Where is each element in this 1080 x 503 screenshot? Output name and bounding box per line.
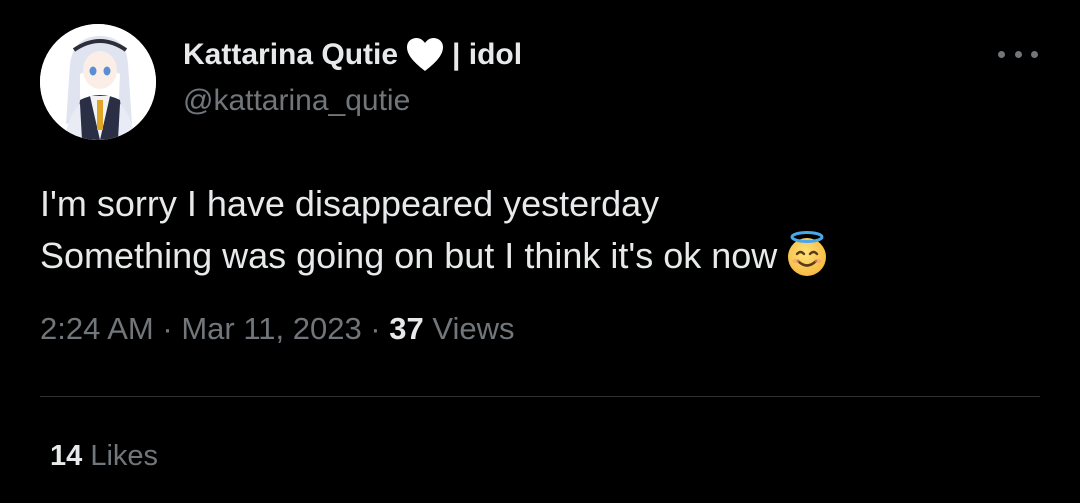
likes-count: 14 <box>50 440 83 472</box>
tweet-line-2: Something was going on but I think it's … <box>40 230 1040 282</box>
tweet-text: I'm sorry I have disappeared yesterday S… <box>40 178 1040 282</box>
likes-label: Likes <box>90 440 159 472</box>
avatar-image <box>40 24 156 140</box>
tweet-line-2-text: Something was going on but I think it's … <box>40 235 778 276</box>
views-label: Views <box>432 311 515 346</box>
avatar[interactable] <box>40 24 156 140</box>
author-name-row[interactable]: Kattarina Qutie | idol <box>183 34 522 76</box>
meta-separator: · <box>153 311 182 346</box>
more-dot <box>1014 50 1022 58</box>
more-options-icon[interactable] <box>998 44 1038 64</box>
tweet-line-1: I'm sorry I have disappeared yesterday <box>40 183 660 224</box>
more-dot <box>998 50 1005 58</box>
author-handle[interactable]: @kattarina_qutie <box>183 84 410 118</box>
smiling-face-with-halo-icon <box>788 231 827 276</box>
author-name-suffix: | idol <box>452 38 523 71</box>
tweet-time[interactable]: 2:24 AM <box>40 311 154 346</box>
meta-separator: · <box>361 311 390 346</box>
more-dot <box>1031 50 1038 58</box>
white-heart-icon <box>407 38 444 71</box>
views-count: 37 <box>389 311 424 346</box>
divider <box>40 396 1040 397</box>
tweet-meta: 2:24 AM · Mar 11, 2023 · 37 Views <box>40 311 515 347</box>
likes-stat[interactable]: 14 Likes <box>50 440 158 473</box>
tweet: Kattarina Qutie | idol @kattarina_qutie … <box>0 0 1080 503</box>
author-display-name[interactable]: Kattarina Qutie <box>183 38 398 72</box>
tweet-date[interactable]: Mar 11, 2023 <box>181 311 361 346</box>
